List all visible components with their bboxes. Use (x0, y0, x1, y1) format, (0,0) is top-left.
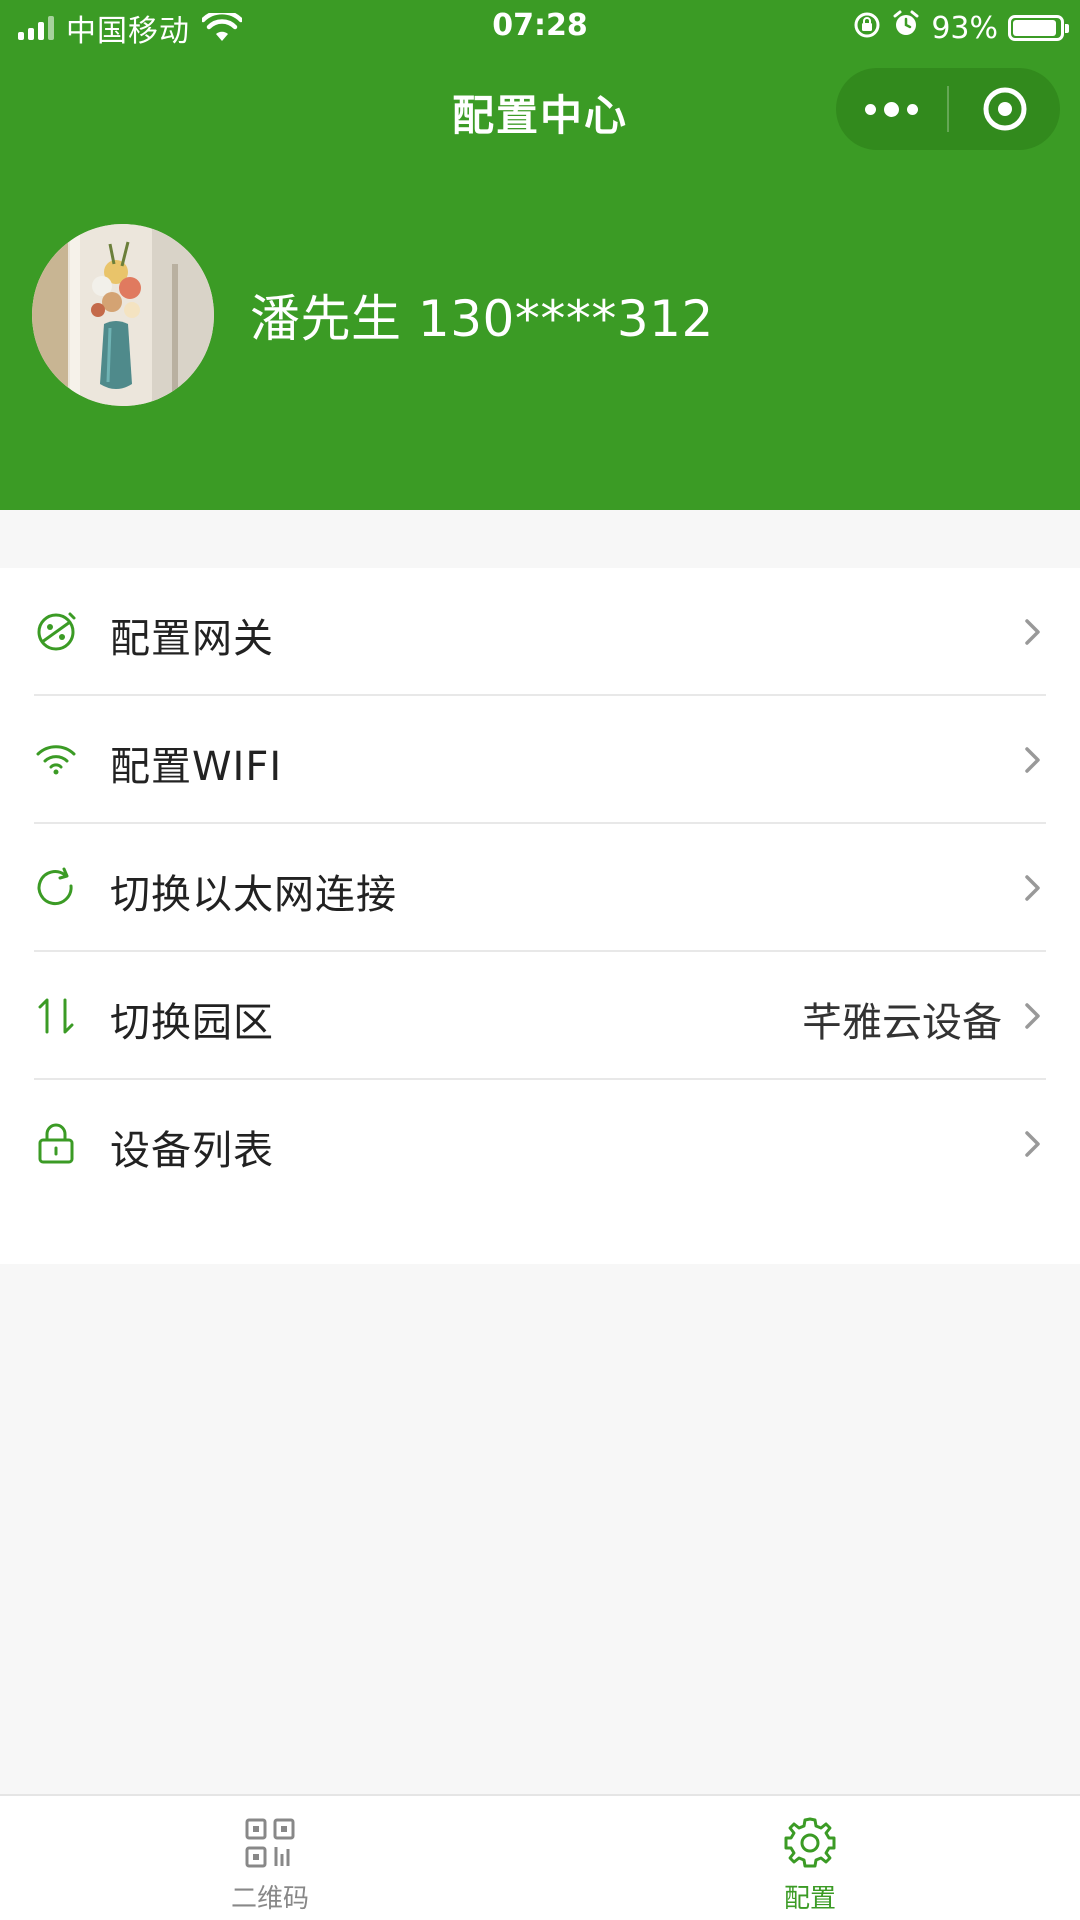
chevron-right-icon (1025, 747, 1040, 773)
tab-bar: 二维码 配置 (0, 1794, 1080, 1920)
menu-item-label: 配置网关 (110, 616, 274, 662)
profile-section: 潘先生 130****312 (32, 224, 714, 406)
tab-label: 配置 (783, 1884, 836, 1914)
close-button[interactable] (949, 68, 1060, 150)
chevron-right-icon (1025, 619, 1040, 645)
gear-icon (784, 1817, 836, 1868)
nav-bar: 配置中心 (0, 60, 1080, 160)
more-dots-icon (865, 101, 918, 117)
mini-program-capsule (836, 68, 1060, 150)
status-right: 93% (853, 8, 1069, 48)
more-button[interactable] (836, 68, 947, 150)
battery-icon (1008, 15, 1069, 41)
user-name-phone: 潘先生 130****312 (250, 290, 714, 348)
menu-item-label: 切换以太网连接 (110, 872, 397, 918)
rotation-lock-icon (853, 9, 881, 47)
switch-arrows-icon (38, 998, 74, 1034)
header-area: 中国移动 07:28 93% 配置中心 潘先生 130****312 (0, 0, 1080, 510)
menu-item-switch-ethernet[interactable]: 切换以太网连接 (0, 824, 1080, 952)
refresh-icon (37, 867, 73, 906)
menu-item-label: 切换园区 (110, 1000, 274, 1046)
alarm-icon (891, 9, 921, 47)
menu-item-config-gateway[interactable]: 配置网关 (0, 568, 1080, 696)
status-bar: 中国移动 07:28 93% (0, 0, 1080, 56)
gateway-icon (37, 612, 76, 651)
menu-item-config-wifi[interactable]: 配置WIFI (0, 696, 1080, 824)
avatar[interactable] (32, 224, 214, 406)
menu-item-switch-park[interactable]: 切换园区 芊雅云设备 (0, 952, 1080, 1080)
tab-qrcode[interactable]: 二维码 (0, 1796, 540, 1920)
target-circle-icon (983, 87, 1026, 131)
lock-icon (38, 1123, 74, 1164)
battery-percent: 93% (931, 10, 998, 46)
menu-item-value: 芊雅云设备 (802, 1000, 1002, 1046)
chevron-right-icon (1025, 1003, 1040, 1029)
settings-menu: 配置网关 配置WIFI 切换以太网连接 切换园区 芊雅云设备 设备列表 (0, 568, 1080, 1264)
screen: 中国移动 07:28 93% 配置中心 潘先生 130****312 配置网关 … (0, 0, 1080, 1920)
qrcode-icon (245, 1818, 295, 1868)
tab-label: 二维码 (230, 1884, 309, 1914)
menu-item-label: 配置WIFI (110, 744, 283, 790)
menu-item-device-list[interactable]: 设备列表 (0, 1080, 1080, 1208)
tab-settings[interactable]: 配置 (540, 1796, 1080, 1920)
wifi-icon (36, 745, 76, 775)
menu-item-label: 设备列表 (110, 1128, 274, 1174)
chevron-right-icon (1025, 1131, 1040, 1157)
chevron-right-icon (1025, 875, 1040, 901)
